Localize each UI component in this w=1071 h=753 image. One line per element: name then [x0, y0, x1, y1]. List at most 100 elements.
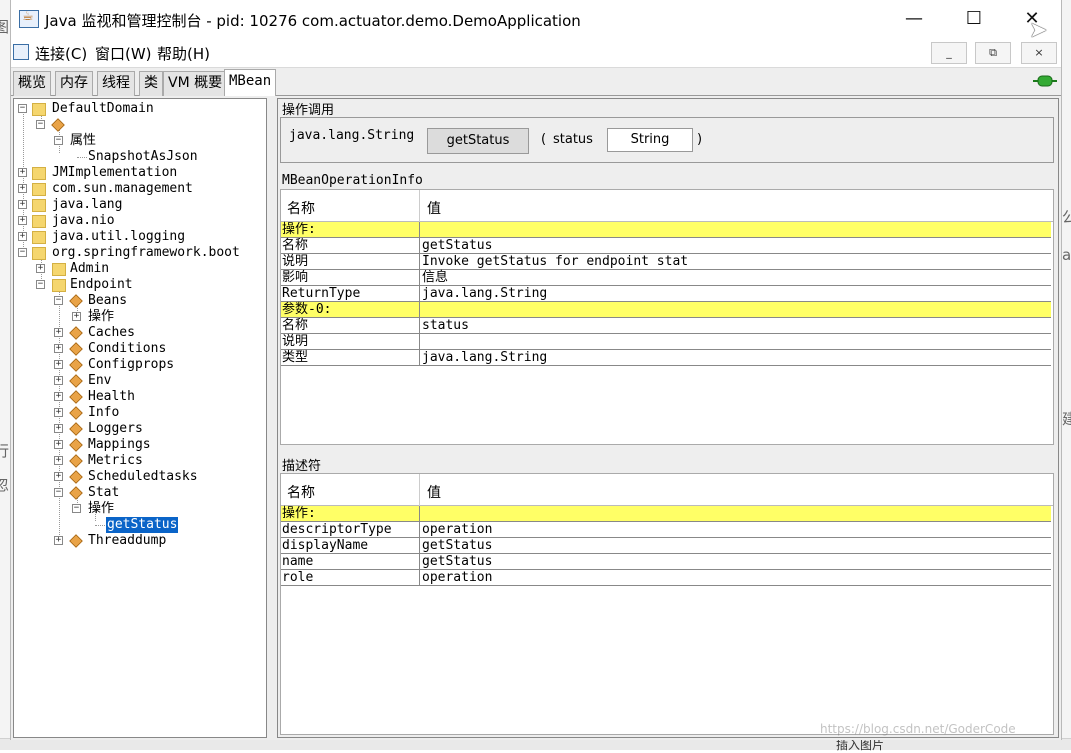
table-row[interactable]: displayName getStatus	[281, 538, 1051, 554]
cell-name: 名称	[282, 318, 309, 333]
tree-node-mbean[interactable]: −	[14, 117, 264, 133]
tab-memory[interactable]: 内存	[55, 71, 93, 96]
column-divider[interactable]	[419, 474, 420, 506]
tree-node-getstatus[interactable]: getStatus	[14, 517, 264, 533]
expand-icon[interactable]: +	[54, 440, 63, 449]
tab-overview[interactable]: 概览	[13, 71, 51, 96]
table-row[interactable]: 说明	[281, 334, 1051, 350]
tree-node-configprops[interactable]: + Configprops	[14, 357, 264, 373]
tab-classes[interactable]: 类	[139, 71, 163, 96]
column-header-value[interactable]: 值	[427, 482, 441, 502]
minimize-button[interactable]: —	[891, 6, 937, 34]
tab-vm-summary[interactable]: VM 概要	[163, 71, 228, 96]
tab-threads[interactable]: 线程	[97, 71, 135, 96]
table-row[interactable]: descriptorType operation	[281, 522, 1051, 538]
expand-icon[interactable]: +	[72, 312, 81, 321]
java-app-icon[interactable]	[13, 44, 29, 60]
table-row[interactable]: 类型 java.lang.String	[281, 350, 1051, 366]
column-divider[interactable]	[419, 190, 420, 222]
column-header-name[interactable]: 名称	[287, 198, 315, 218]
expand-icon[interactable]: +	[18, 232, 27, 241]
tree-node-info[interactable]: + Info	[14, 405, 264, 421]
menu-help[interactable]: 帮助(H)	[157, 43, 210, 64]
table-row[interactable]: 影响 信息	[281, 270, 1051, 286]
tree-node-beans[interactable]: − Beans	[14, 293, 264, 309]
mbean-tree[interactable]: − DefaultDomain − − 属性 SnapshotAsJson + …	[13, 98, 267, 738]
collapse-icon[interactable]: −	[54, 488, 63, 497]
tree-node-label: Mappings	[88, 437, 151, 452]
tree-node-java-nio[interactable]: + java.nio	[14, 213, 264, 229]
collapse-icon[interactable]: −	[72, 504, 81, 513]
tree-node-endpoint[interactable]: − Endpoint	[14, 277, 264, 293]
tree-node-threaddump[interactable]: + Threaddump	[14, 533, 264, 549]
tree-node-metrics[interactable]: + Metrics	[14, 453, 264, 469]
tree-node-operations[interactable]: + 操作	[14, 309, 264, 325]
tree-node-env[interactable]: + Env	[14, 373, 264, 389]
collapse-icon[interactable]: −	[36, 280, 45, 289]
expand-icon[interactable]: +	[18, 216, 27, 225]
collapse-icon[interactable]: −	[18, 104, 27, 113]
column-header-name[interactable]: 名称	[287, 482, 315, 502]
tree-node-operations[interactable]: − 操作	[14, 501, 264, 517]
table-row-section[interactable]: 操作:	[281, 506, 1051, 522]
tree-node-jmimplementation[interactable]: + JMImplementation	[14, 165, 264, 181]
collapse-icon[interactable]: −	[54, 296, 63, 305]
collapse-icon[interactable]: −	[36, 120, 45, 129]
mbean-icon	[69, 358, 83, 372]
tree-node-java-lang[interactable]: + java.lang	[14, 197, 264, 213]
expand-icon[interactable]: +	[54, 456, 63, 465]
table-row-section[interactable]: 参数-0:	[281, 302, 1051, 318]
tree-node-defaultdomain[interactable]: − DefaultDomain	[14, 101, 264, 117]
expand-icon[interactable]: +	[18, 184, 27, 193]
collapse-icon[interactable]: −	[18, 248, 27, 257]
tree-node-scheduledtasks[interactable]: + Scheduledtasks	[14, 469, 264, 485]
table-row-section[interactable]: 操作:	[281, 222, 1051, 238]
inner-restore-button[interactable]: ⧉	[975, 42, 1011, 64]
expand-icon[interactable]: +	[18, 200, 27, 209]
folder-icon	[52, 263, 66, 276]
collapse-icon[interactable]: −	[54, 136, 63, 145]
tree-node-admin[interactable]: + Admin	[14, 261, 264, 277]
table-row[interactable]: role operation	[281, 570, 1051, 586]
tree-node-java-util-logging[interactable]: + java.util.logging	[14, 229, 264, 245]
expand-icon[interactable]: +	[54, 360, 63, 369]
tree-node-conditions[interactable]: + Conditions	[14, 341, 264, 357]
expand-icon[interactable]: +	[54, 408, 63, 417]
inner-close-button[interactable]: ×	[1021, 42, 1057, 64]
invoke-getstatus-button[interactable]: getStatus	[427, 128, 529, 154]
table-row[interactable]: ReturnType java.lang.String	[281, 286, 1051, 302]
inner-minimize-button[interactable]: _	[931, 42, 967, 64]
expand-icon[interactable]: +	[54, 376, 63, 385]
menu-connect[interactable]: 连接(C)	[35, 43, 87, 64]
paren-open: (	[541, 132, 547, 147]
tree-node-org-springframework-boot[interactable]: − org.springframework.boot	[14, 245, 264, 261]
split-pane-divider[interactable]	[269, 96, 277, 740]
tree-node-stat[interactable]: − Stat	[14, 485, 264, 501]
expand-icon[interactable]: +	[54, 328, 63, 337]
tree-node-health[interactable]: + Health	[14, 389, 264, 405]
table-row[interactable]: 名称 getStatus	[281, 238, 1051, 254]
param-status-input[interactable]: String	[607, 128, 693, 152]
expand-icon[interactable]: +	[54, 344, 63, 353]
maximize-button[interactable]: ☐	[951, 6, 997, 34]
table-row[interactable]: name getStatus	[281, 554, 1051, 570]
expand-icon[interactable]: +	[36, 264, 45, 273]
tree-node-loggers[interactable]: + Loggers	[14, 421, 264, 437]
title-bar[interactable]: Java 监视和管理控制台 - pid: 10276 com.actuator.…	[11, 0, 1061, 43]
tree-node-com-sun-management[interactable]: + com.sun.management	[14, 181, 264, 197]
expand-icon[interactable]: +	[18, 168, 27, 177]
expand-icon[interactable]: +	[54, 424, 63, 433]
tab-mbean[interactable]: MBean	[224, 69, 277, 96]
tree-node-caches[interactable]: + Caches	[14, 325, 264, 341]
connection-status-icon[interactable]	[1033, 74, 1057, 88]
tree-node-mappings[interactable]: + Mappings	[14, 437, 264, 453]
column-header-value[interactable]: 值	[427, 198, 441, 218]
tree-node-attributes[interactable]: − 属性	[14, 133, 264, 149]
table-row[interactable]: 说明 Invoke getStatus for endpoint stat	[281, 254, 1051, 270]
tree-node-snapshotasjson[interactable]: SnapshotAsJson	[14, 149, 264, 165]
menu-window[interactable]: 窗口(W)	[95, 43, 152, 64]
expand-icon[interactable]: +	[54, 536, 63, 545]
expand-icon[interactable]: +	[54, 392, 63, 401]
table-row[interactable]: 名称 status	[281, 318, 1051, 334]
expand-icon[interactable]: +	[54, 472, 63, 481]
